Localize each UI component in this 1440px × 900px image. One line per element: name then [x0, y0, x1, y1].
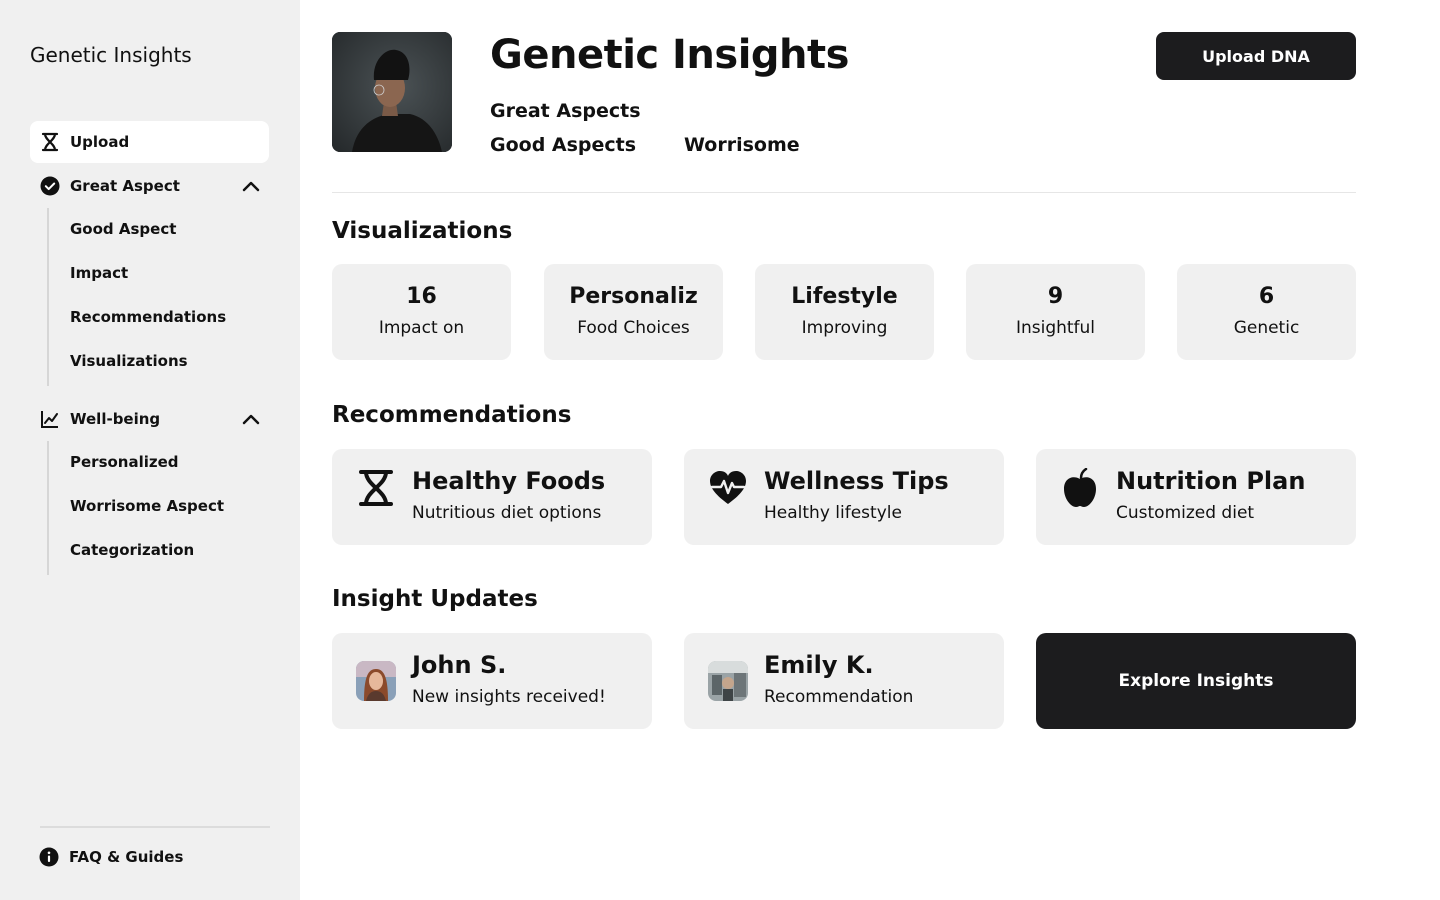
stat-label: Genetic	[1233, 318, 1300, 338]
sidebar-divider	[40, 826, 270, 828]
sidebar-subitem-good-aspect[interactable]: Good Aspect	[70, 220, 176, 238]
stat-card[interactable]: 16 Impact on	[332, 264, 511, 360]
card-title: Healthy Foods	[412, 467, 606, 495]
sidebar-item-upload[interactable]: Upload	[30, 121, 269, 163]
update-card-john[interactable]: John S. New insights received!	[332, 633, 652, 729]
heartbeat-icon	[708, 468, 748, 508]
user-name: John S.	[412, 651, 507, 679]
stat-label: Food Choices	[577, 318, 690, 338]
user-avatar	[708, 661, 748, 701]
stat-label: Improving	[801, 318, 888, 338]
chart-line-icon	[40, 409, 60, 429]
sidebar-faq-link[interactable]: FAQ & Guides	[39, 847, 183, 867]
card-subtitle: Healthy lifestyle	[764, 503, 902, 523]
stat-value: 6	[1258, 284, 1275, 309]
sidebar-item-label: Well-being	[70, 410, 161, 428]
info-icon	[39, 847, 59, 867]
page-title: Genetic Insights	[490, 32, 849, 78]
profile-avatar	[332, 32, 452, 152]
sidebar-item-label: Great Aspect	[70, 177, 180, 195]
stat-card[interactable]: 6 Genetic	[1177, 264, 1356, 360]
stat-card[interactable]: 9 Insightful	[966, 264, 1145, 360]
dna-icon	[356, 468, 396, 508]
update-message: Recommendation	[764, 687, 914, 707]
card-title: Wellness Tips	[764, 467, 949, 495]
stat-card[interactable]: Lifestyle Improving	[755, 264, 934, 360]
visualizations-heading: Visualizations	[332, 218, 513, 244]
sidebar-subitem-categorization[interactable]: Categorization	[70, 541, 194, 559]
sidebar-brand: Genetic Insights	[30, 43, 192, 67]
chevron-up-icon[interactable]	[241, 176, 261, 196]
sidebar-item-well-being[interactable]: Well-being	[30, 398, 269, 440]
stat-value: 16	[406, 284, 437, 309]
upload-dna-button[interactable]: Upload DNA	[1156, 32, 1356, 80]
stat-value: 9	[1047, 284, 1064, 309]
sidebar-item-label: Upload	[70, 133, 130, 151]
aspect-worrisome[interactable]: Worrisome	[684, 134, 800, 156]
check-circle-icon	[40, 176, 60, 196]
sidebar-subitem-personalized[interactable]: Personalized	[70, 453, 179, 471]
sidebar-subitem-visualizations[interactable]: Visualizations	[70, 352, 188, 370]
sidebar-subitem-impact[interactable]: Impact	[70, 264, 128, 282]
well-being-submenu: Personalized Worrisome Aspect Categoriza…	[47, 441, 224, 575]
stat-value: Lifestyle	[791, 284, 898, 309]
user-avatar	[356, 661, 396, 701]
great-aspect-submenu: Good Aspect Impact Recommendations Visua…	[47, 208, 226, 386]
sidebar: Genetic Insights Upload Great Aspect Goo…	[0, 0, 300, 900]
update-message: New insights received!	[412, 687, 606, 707]
dna-icon	[40, 132, 60, 152]
recommendation-card-wellness-tips[interactable]: Wellness Tips Healthy lifestyle	[684, 449, 1004, 545]
stat-value: Personaliz	[569, 284, 698, 309]
card-title: Nutrition Plan	[1116, 467, 1306, 495]
header-divider	[332, 192, 1356, 193]
stat-card[interactable]: Personaliz Food Choices	[544, 264, 723, 360]
recommendation-card-healthy-foods[interactable]: Healthy Foods Nutritious diet options	[332, 449, 652, 545]
update-card-emily[interactable]: Emily K. Recommendation	[684, 633, 1004, 729]
explore-insights-button[interactable]: Explore Insights	[1036, 633, 1356, 729]
stat-label: Impact on	[378, 318, 465, 338]
faq-label: FAQ & Guides	[69, 848, 184, 866]
recommendation-card-nutrition-plan[interactable]: Nutrition Plan Customized diet	[1036, 449, 1356, 545]
apple-icon	[1060, 468, 1100, 508]
card-subtitle: Nutritious diet options	[412, 503, 602, 523]
chevron-up-icon[interactable]	[241, 409, 261, 429]
stat-label: Insightful	[1015, 318, 1096, 338]
aspect-good[interactable]: Good Aspects	[490, 134, 636, 156]
aspect-great[interactable]: Great Aspects	[490, 100, 641, 122]
recommendations-heading: Recommendations	[332, 402, 572, 428]
card-subtitle: Customized diet	[1116, 503, 1255, 523]
sidebar-subitem-recommendations[interactable]: Recommendations	[70, 308, 226, 326]
sidebar-subitem-worrisome-aspect[interactable]: Worrisome Aspect	[70, 497, 224, 515]
user-name: Emily K.	[764, 651, 874, 679]
insight-updates-heading: Insight Updates	[332, 586, 538, 612]
sidebar-item-great-aspect[interactable]: Great Aspect	[30, 165, 269, 207]
